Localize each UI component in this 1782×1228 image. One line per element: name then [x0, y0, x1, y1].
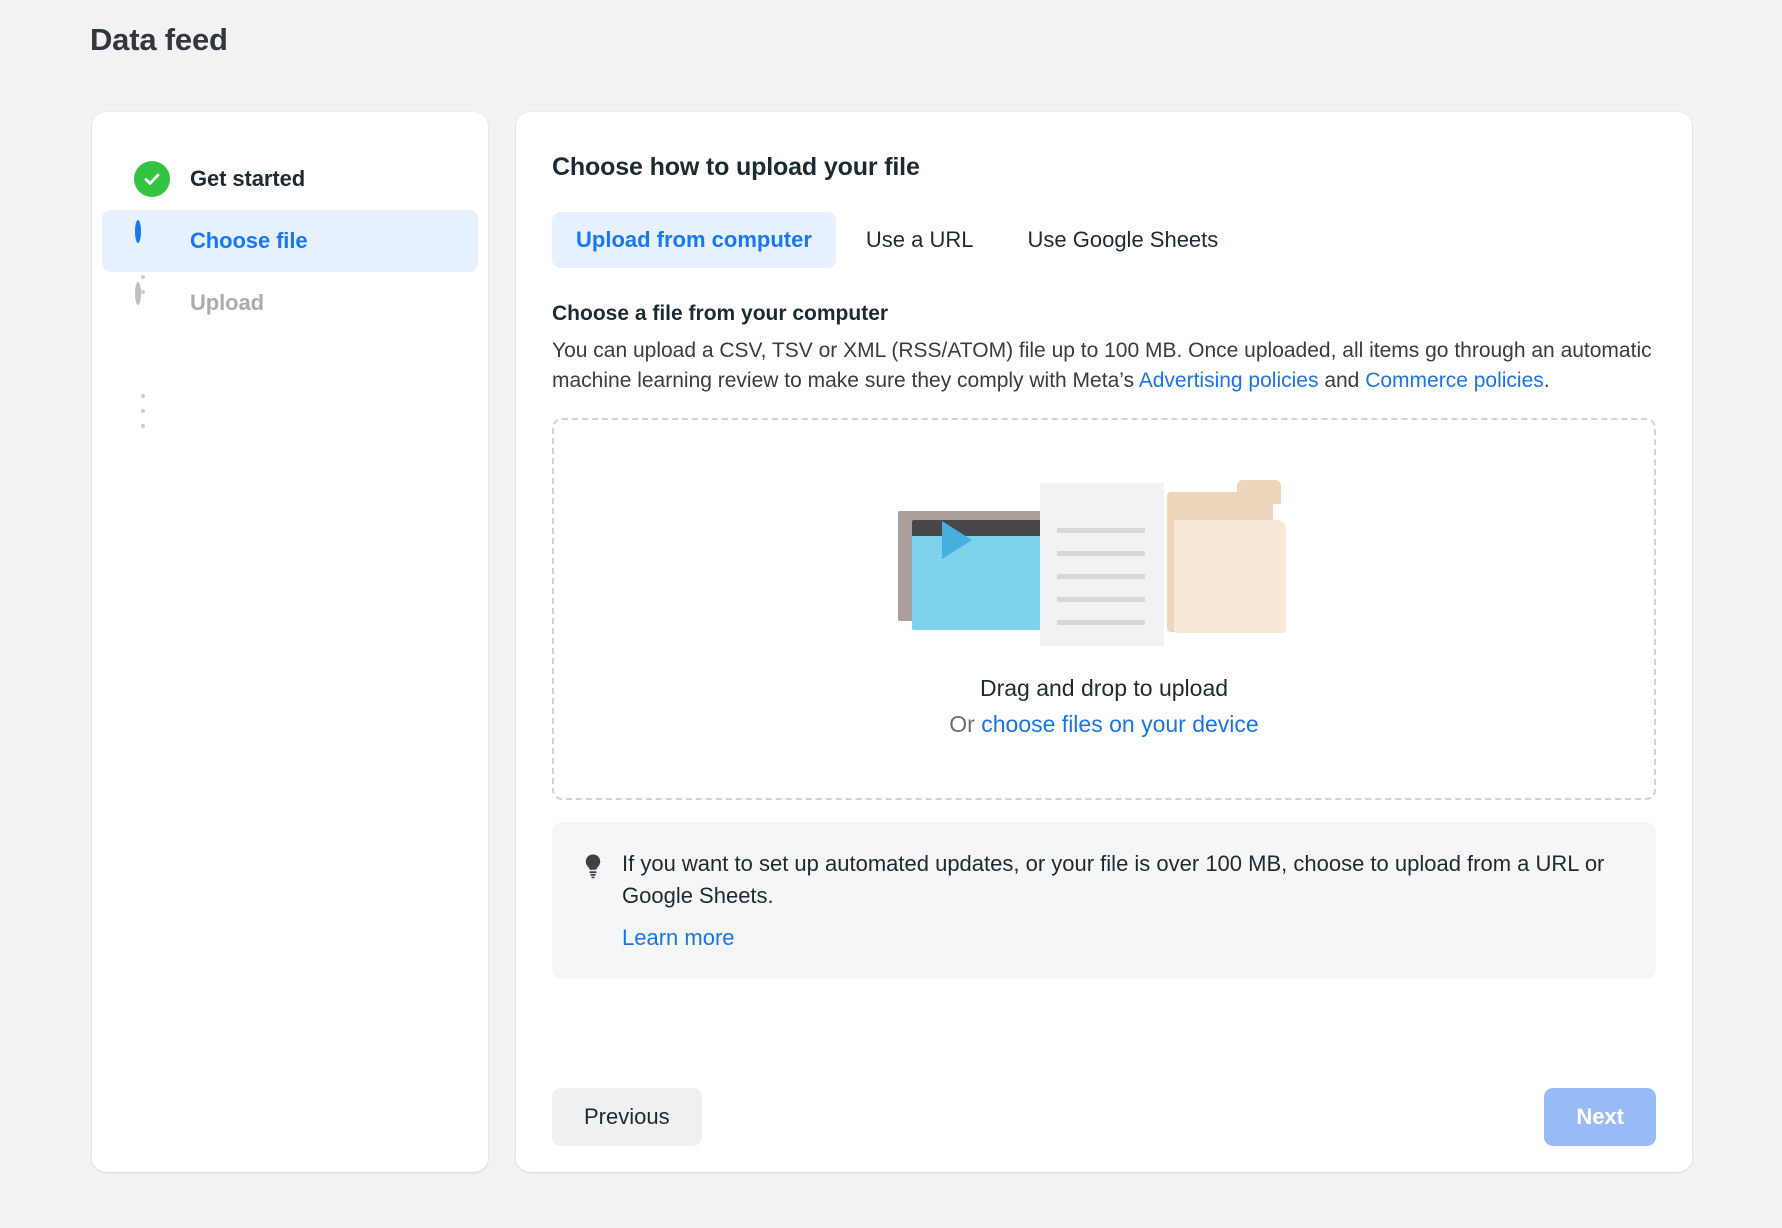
- tip-banner: If you want to set up automated updates,…: [552, 821, 1656, 980]
- connector-dot: [141, 394, 145, 398]
- connector-dot: [141, 424, 145, 428]
- sidebar-item-label: Choose file: [190, 228, 308, 253]
- tab-use-a-url[interactable]: Use a URL: [842, 212, 998, 268]
- play-triangle-icon: [942, 520, 972, 559]
- upload-panel: Choose how to upload your file Upload fr…: [516, 112, 1692, 1172]
- sidebar-item-label: Get started: [190, 166, 306, 191]
- description-text-part-2: and: [1318, 368, 1366, 392]
- lightbulb-icon: [582, 853, 604, 952]
- sidebar-item-upload[interactable]: Upload: [102, 272, 478, 334]
- half-circle-icon: [134, 220, 170, 259]
- check-circle-icon: [134, 161, 170, 197]
- stepper-card: Get started Choose file Upload: [92, 112, 488, 1172]
- commerce-policies-link[interactable]: Commerce policies: [1365, 369, 1544, 392]
- section-description: You can upload a CSV, TSV or XML (RSS/AT…: [552, 336, 1656, 396]
- description-text-part-3: .: [1543, 368, 1550, 392]
- stepper-list: Get started Choose file Upload: [92, 148, 488, 428]
- folder-icon: [1174, 519, 1286, 633]
- choose-files-link[interactable]: choose files on your device: [981, 711, 1258, 737]
- section-sub-heading: Choose a file from your computer: [552, 302, 889, 325]
- sidebar-item-get-started[interactable]: Get started: [102, 148, 478, 210]
- empty-circle-icon: [134, 282, 170, 321]
- dropzone-primary-text: Drag and drop to upload: [979, 674, 1229, 701]
- upload-method-tabs: Upload from computer Use a URL Use Googl…: [552, 212, 1656, 268]
- next-button[interactable]: Next: [1544, 1088, 1656, 1146]
- tab-use-google-sheets[interactable]: Use Google Sheets: [1004, 212, 1243, 268]
- step-connector-2: [141, 394, 145, 428]
- panel-heading: Choose how to upload your file: [552, 153, 920, 181]
- upload-illustration: [884, 475, 1324, 655]
- previous-button[interactable]: Previous: [552, 1088, 702, 1146]
- panel-footer: Previous Next: [552, 1088, 1656, 1146]
- connector-dot: [141, 409, 145, 413]
- video-file-icon: [912, 519, 1056, 630]
- sidebar-item-label: Upload: [190, 290, 264, 315]
- advertising-policies-link[interactable]: Advertising policies: [1139, 369, 1319, 392]
- dropzone-or-prefix: Or: [949, 710, 982, 737]
- learn-more-link[interactable]: Learn more: [622, 925, 735, 951]
- tip-text: If you want to set up automated updates,…: [622, 850, 1605, 908]
- document-file-icon: [1040, 482, 1164, 646]
- tab-upload-from-computer[interactable]: Upload from computer: [552, 212, 836, 268]
- sidebar-item-choose-file[interactable]: Choose file: [102, 210, 478, 272]
- page-title: Data feed: [90, 22, 228, 57]
- file-dropzone[interactable]: Drag and drop to upload Or choose files …: [552, 417, 1656, 800]
- dropzone-secondary-text: Or choose files on your device: [949, 711, 1258, 738]
- data-feed-page: Data feed Get started Choose file Upload…: [0, 0, 1782, 1228]
